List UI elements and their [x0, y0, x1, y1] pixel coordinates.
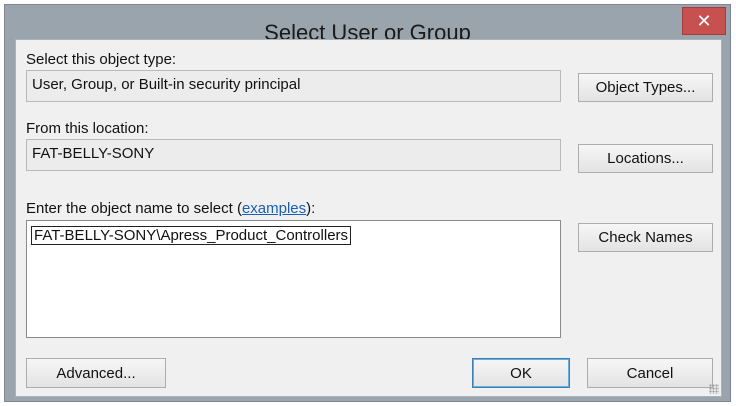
object-type-label: Select this object type: [26, 51, 177, 68]
advanced-button[interactable]: Advanced... [26, 358, 166, 388]
close-icon: ✕ [696, 10, 712, 31]
object-name-label: Enter the object name to select (example… [26, 200, 315, 217]
cancel-button[interactable]: Cancel [587, 358, 713, 388]
object-type-field: User, Group, or Built-in security princi… [26, 70, 561, 102]
ok-button[interactable]: OK [472, 358, 570, 388]
select-user-or-group-dialog: Select User or Group ✕ Select this objec… [4, 4, 731, 402]
object-name-label-prefix: Enter the object name to select ( [26, 200, 242, 217]
object-name-value: FAT-BELLY-SONY\Apress_Product_Controller… [31, 226, 352, 245]
check-names-button[interactable]: Check Names [578, 223, 713, 252]
location-field: FAT-BELLY-SONY [26, 139, 561, 171]
object-name-input[interactable]: FAT-BELLY-SONY\Apress_Product_Controller… [26, 220, 561, 338]
dialog-body: Select this object type: User, Group, or… [15, 39, 722, 397]
examples-link[interactable]: examples [242, 200, 306, 217]
close-button[interactable]: ✕ [682, 7, 726, 35]
location-label: From this location: [26, 120, 149, 137]
resize-grip-icon[interactable] [709, 384, 719, 394]
object-types-button[interactable]: Object Types... [578, 73, 713, 102]
object-name-label-suffix: ): [306, 200, 316, 217]
locations-button[interactable]: Locations... [578, 144, 713, 173]
